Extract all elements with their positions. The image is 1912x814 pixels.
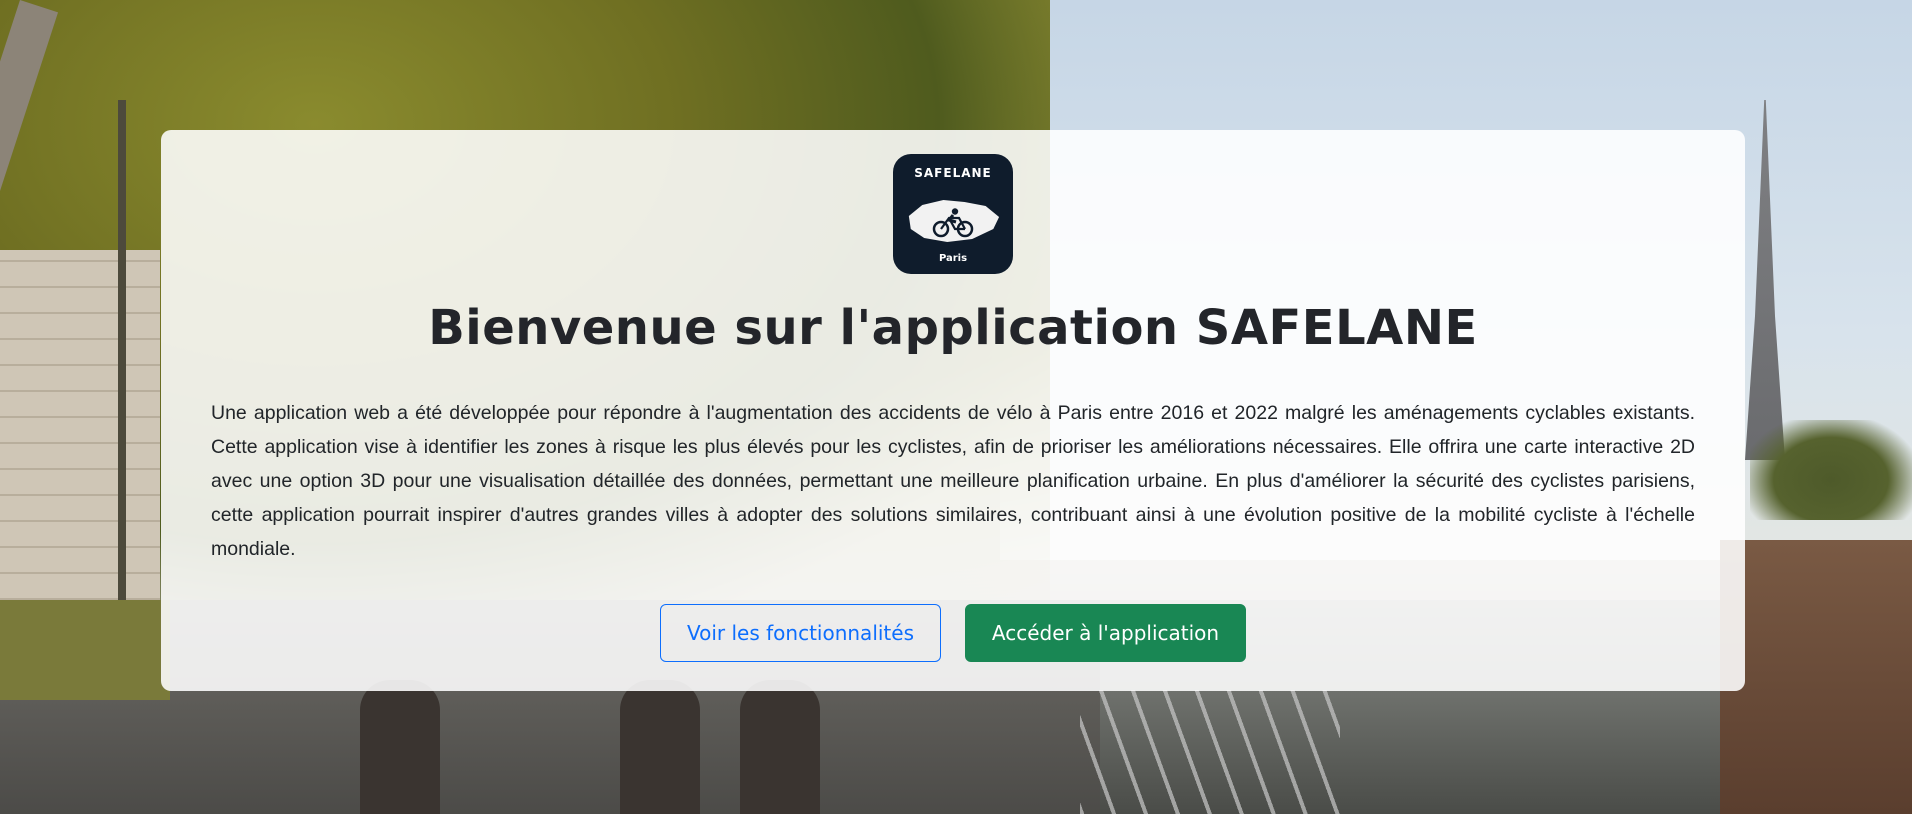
background-cyclist (740, 680, 820, 814)
hero-section: SAFELANE Paris Bienvenue sur l'applicati… (0, 0, 1912, 814)
background-stone-wall (0, 250, 160, 650)
action-buttons: Voir les fonctionnalités Accéder à l'app… (211, 604, 1695, 662)
logo-city-text: Paris (938, 253, 968, 264)
background-railing (1080, 690, 1340, 814)
background-cyclist (620, 680, 700, 814)
background-tree-trunk-thin (118, 100, 126, 650)
safelane-logo: SAFELANE Paris (893, 154, 1013, 274)
background-barge (1720, 540, 1912, 814)
page-title: Bienvenue sur l'application SAFELANE (428, 300, 1478, 356)
welcome-card: SAFELANE Paris Bienvenue sur l'applicati… (161, 130, 1745, 691)
background-grass (0, 600, 170, 700)
app-description: Une application web a été développée pou… (211, 402, 1695, 560)
access-app-button[interactable]: Accéder à l'application (965, 604, 1246, 662)
logo-brand-text: SAFELANE (914, 166, 992, 180)
background-trees-right (1750, 420, 1912, 520)
cyclist-icon (932, 208, 974, 238)
view-features-button[interactable]: Voir les fonctionnalités (660, 604, 941, 662)
background-cyclist (360, 680, 440, 814)
